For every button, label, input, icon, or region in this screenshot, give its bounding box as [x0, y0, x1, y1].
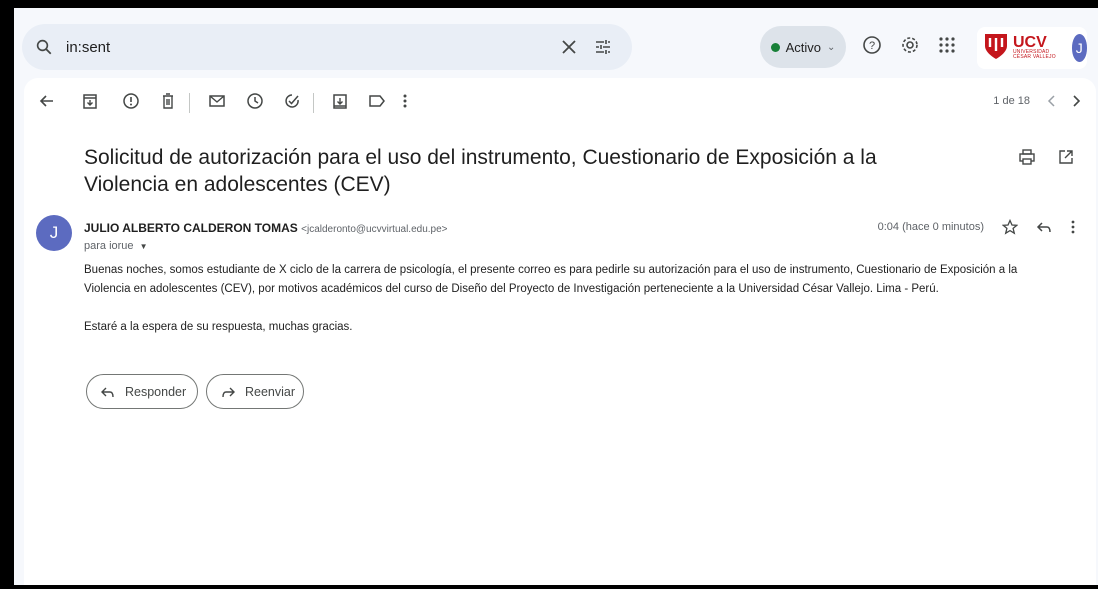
ucv-shield-icon [983, 32, 1009, 65]
next-email-icon[interactable] [1070, 94, 1082, 108]
recipient-label: para iorue [84, 240, 134, 252]
sender-email: <jcalderonto@ucvvirtual.edu.pe> [301, 224, 448, 235]
sender-line: JULIO ALBERTO CALDERON TOMAS <jcalderont… [84, 221, 448, 235]
forward-button[interactable]: Reenviar [206, 374, 304, 409]
search-icon[interactable] [22, 38, 66, 56]
search-options-icon[interactable] [594, 38, 612, 56]
open-new-window-icon[interactable] [1058, 148, 1074, 166]
status-dot [770, 42, 780, 52]
reply-label: Responder [125, 384, 187, 399]
clear-search-icon[interactable] [562, 40, 576, 54]
mark-unread-icon[interactable] [208, 92, 226, 110]
label-icon[interactable] [368, 92, 386, 110]
apps-grid-icon[interactable] [938, 35, 956, 55]
toolbar-divider [189, 93, 190, 113]
archive-icon[interactable] [82, 92, 98, 110]
email-toolbar: 1 de 18 [24, 78, 1096, 126]
forward-label: Reenviar [245, 384, 296, 399]
report-spam-icon[interactable] [122, 92, 140, 110]
header-icons: ? [862, 35, 956, 55]
email-subject: Solicitud de autorización para el uso de… [84, 146, 877, 196]
move-to-icon[interactable] [332, 92, 348, 110]
reply-actions: Responder Reenviar [86, 374, 304, 409]
email-time: 0:04 (hace 0 minutos) [877, 221, 984, 233]
toolbar-divider [313, 93, 314, 113]
recipient-line[interactable]: para iorue ▼ [84, 240, 148, 252]
pager-count: 1 de 18 [993, 95, 1030, 107]
reply-button[interactable]: Responder [86, 374, 198, 409]
star-icon[interactable] [1002, 219, 1018, 235]
add-task-icon[interactable] [283, 92, 301, 110]
search-input[interactable]: in:sent [66, 39, 562, 56]
reply-icon [101, 386, 115, 398]
back-arrow-icon[interactable] [38, 92, 56, 110]
email-meta: 0:04 (hace 0 minutos) [878, 219, 1076, 235]
email-body: Buenas noches, somos estudiante de X cic… [84, 261, 1064, 356]
subject-actions [1018, 148, 1074, 166]
svg-text:?: ? [869, 40, 875, 52]
email-panel: 1 de 18 Solicitud de autorización para e… [24, 78, 1096, 585]
recipient-dropdown-icon[interactable]: ▼ [140, 242, 148, 251]
status-selector[interactable]: Activo ⌄ [760, 26, 846, 68]
more-vert-icon[interactable] [402, 92, 408, 110]
forward-icon [221, 386, 235, 398]
chevron-down-icon: ⌄ [827, 41, 836, 53]
print-icon[interactable] [1018, 148, 1036, 166]
prev-email-icon[interactable] [1046, 94, 1058, 108]
sender-name[interactable]: JULIO ALBERTO CALDERON TOMAS [84, 221, 298, 235]
account-avatar[interactable]: J [1071, 34, 1087, 62]
delete-icon[interactable] [160, 92, 176, 110]
sender-avatar[interactable]: J [36, 215, 72, 251]
help-icon[interactable]: ? [862, 35, 882, 55]
search-bar[interactable]: in:sent [22, 24, 632, 70]
snooze-clock-icon[interactable] [246, 92, 264, 110]
more-vert-icon[interactable] [1070, 219, 1076, 235]
reply-arrow-icon[interactable] [1036, 220, 1052, 234]
ucv-logo: UCV UNIVERSIDAD CÉSAR VALLEJO [1013, 34, 1056, 60]
top-bar: in:sent Activo ⌄ ? UCV UNIVERSIDAD CÉSAR… [14, 8, 1098, 80]
body-paragraph: Estaré a la espera de su respuesta, much… [84, 321, 353, 333]
settings-gear-icon[interactable] [900, 35, 920, 55]
account-brand[interactable]: UCV UNIVERSIDAD CÉSAR VALLEJO J [977, 27, 1087, 69]
gmail-window: in:sent Activo ⌄ ? UCV UNIVERSIDAD CÉSAR… [14, 8, 1098, 585]
status-label: Activo [785, 39, 821, 55]
body-paragraph: Buenas noches, somos estudiante de X cic… [84, 264, 1018, 295]
